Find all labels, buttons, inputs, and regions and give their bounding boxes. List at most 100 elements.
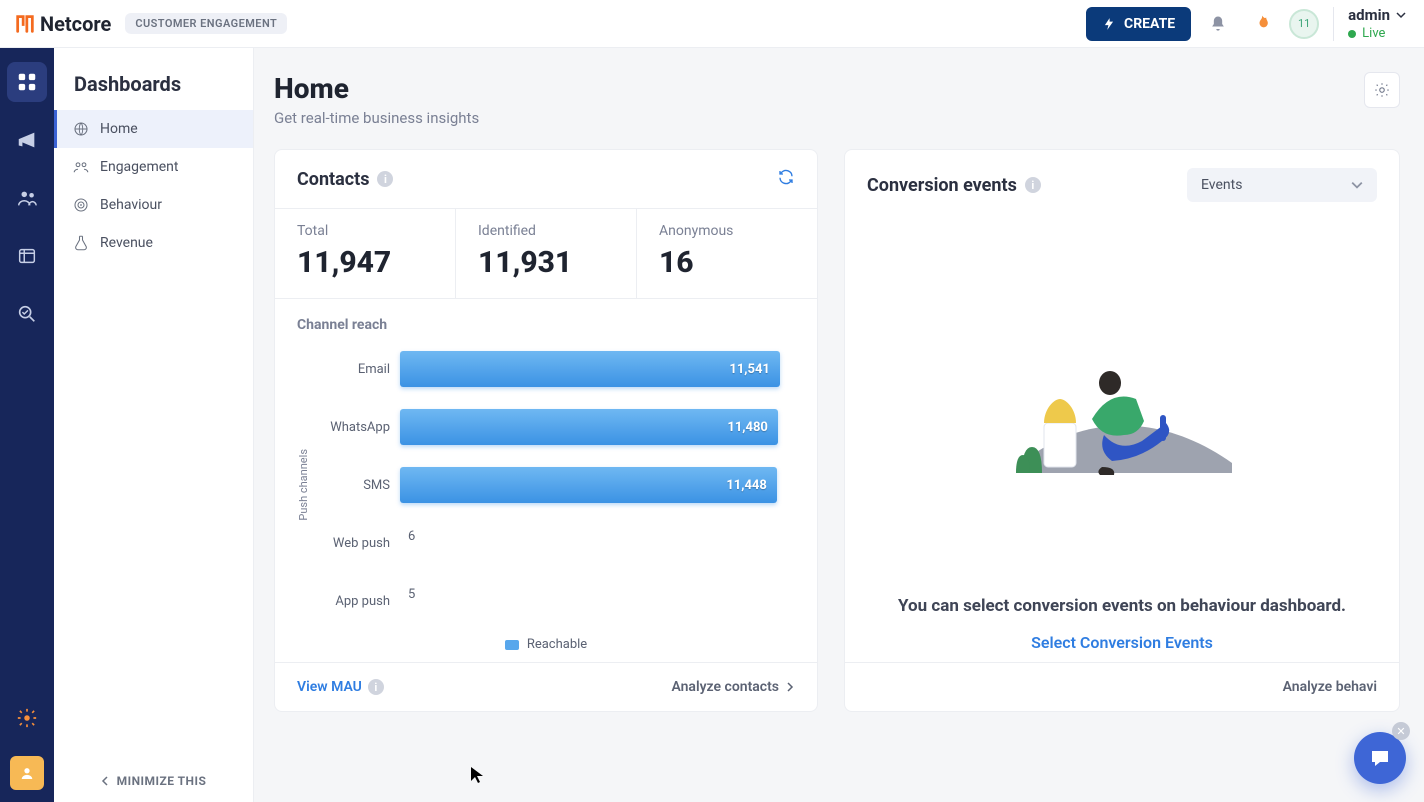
sidebar-item-engagement[interactable]: Engagement <box>54 148 253 186</box>
chat-close-button[interactable]: ✕ <box>1392 722 1410 740</box>
netcore-logo-icon <box>14 13 36 35</box>
user-menu[interactable]: admin Live <box>1348 6 1410 41</box>
people-icon <box>72 158 90 176</box>
bar-row: SMS 11,448 <box>314 467 795 503</box>
select-conversion-events-link[interactable]: Select Conversion Events <box>1031 633 1213 652</box>
rail-dashboards[interactable] <box>7 62 47 102</box>
sidebar-item-revenue[interactable]: Revenue <box>54 224 253 262</box>
user-name: admin <box>1348 6 1390 24</box>
sidebar-item-behaviour[interactable]: Behaviour <box>54 186 253 224</box>
bar-fill: 11,448 <box>400 467 777 503</box>
conversion-empty-message: You can select conversion events on beha… <box>875 595 1369 619</box>
avatar-badge[interactable]: 11 <box>1289 9 1319 39</box>
brand-name: Netcore <box>40 12 111 36</box>
caret-down-icon <box>1351 179 1363 191</box>
bar-row: Web push 6 <box>314 525 795 561</box>
stat-total: Total 11,947 <box>275 209 455 298</box>
conversion-card-title: Conversion events i <box>867 175 1041 196</box>
chart-legend: Reachable <box>297 637 795 652</box>
conversion-empty-illustration <box>845 220 1399 595</box>
minimize-sidebar[interactable]: MINIMIZE THIS <box>54 774 253 788</box>
sidebar-item-label: Engagement <box>100 159 178 175</box>
globe-icon <box>72 120 90 138</box>
sidebar: Dashboards Home Engagement Behaviour Rev… <box>54 48 254 802</box>
nav-rail <box>0 48 54 802</box>
bar-category: Email <box>314 362 400 377</box>
brand-logo: Netcore <box>14 12 111 36</box>
page-settings-button[interactable] <box>1364 72 1400 108</box>
bar-value: 11,541 <box>729 362 770 377</box>
analyze-contacts-link[interactable]: Analyze contacts <box>671 679 795 695</box>
stat-identified: Identified 11,931 <box>455 209 636 298</box>
rail-campaigns[interactable] <box>7 120 47 160</box>
stat-anonymous: Anonymous 16 <box>636 209 817 298</box>
conversion-card: Conversion events i Events <box>844 149 1400 712</box>
rail-audience[interactable] <box>7 178 47 218</box>
bar-category: WhatsApp <box>314 420 400 435</box>
sidebar-item-home[interactable]: Home <box>54 110 253 148</box>
chart-title: Channel reach <box>297 317 795 333</box>
sidebar-item-label: Revenue <box>100 235 153 251</box>
gear-icon <box>1373 81 1391 99</box>
refresh-button[interactable] <box>777 168 795 190</box>
flask-icon <box>72 234 90 252</box>
contacts-stats: Total 11,947 Identified 11,931 Anonymous… <box>275 208 817 299</box>
notifications-icon[interactable] <box>1201 7 1235 41</box>
bar-category: SMS <box>314 478 400 493</box>
bar-row: Email 11,541 <box>314 351 795 387</box>
info-icon[interactable]: i <box>368 679 384 695</box>
bar-fill: 11,541 <box>400 351 780 387</box>
analyze-behaviour-link[interactable]: Analyze behavi <box>1283 679 1377 695</box>
bar-value: 11,448 <box>726 478 767 493</box>
events-select-value: Events <box>1201 177 1242 193</box>
rail-settings[interactable] <box>7 698 47 738</box>
view-mau-link[interactable]: View MAU i <box>297 679 384 695</box>
bar-category: Web push <box>314 536 400 551</box>
flame-icon[interactable] <box>1245 7 1279 41</box>
channel-reach-chart: Channel reach Push channels Email 11,541 W… <box>275 299 817 662</box>
sidebar-item-label: Home <box>100 121 138 137</box>
bar-value: 11,480 <box>727 420 768 435</box>
bar-track: 11,448 <box>400 467 795 503</box>
status-dot-icon <box>1348 30 1356 38</box>
info-icon[interactable]: i <box>1025 177 1041 193</box>
contacts-card: Contacts i Total 11,947 Identified 11,93… <box>274 149 818 712</box>
create-button[interactable]: CREATE <box>1086 7 1191 41</box>
bar-row: App push 5 <box>314 583 795 619</box>
topbar: Netcore CUSTOMER ENGAGEMENT CREATE 11 ad… <box>0 0 1424 48</box>
page-subtitle: Get real-time business insights <box>274 109 479 127</box>
product-chip: CUSTOMER ENGAGEMENT <box>125 13 287 34</box>
main-content: Home Get real-time business insights Con… <box>254 48 1424 802</box>
caret-down-icon <box>1396 10 1406 20</box>
status-label: Live <box>1362 26 1385 41</box>
bar-category: App push <box>314 594 400 609</box>
chevron-left-icon <box>101 776 111 786</box>
page-title: Home <box>274 72 479 105</box>
bar-row: WhatsApp 11,480 <box>314 409 795 445</box>
lightning-icon <box>1102 17 1116 31</box>
sidebar-title: Dashboards <box>54 48 253 110</box>
topbar-divider <box>1333 7 1334 41</box>
rail-profile[interactable] <box>10 756 44 790</box>
chart-ylabel: Push channels <box>297 449 310 521</box>
target-icon <box>72 196 90 214</box>
contacts-card-title: Contacts i <box>297 169 393 190</box>
legend-swatch-icon <box>505 640 519 650</box>
sidebar-item-label: Behaviour <box>100 197 162 213</box>
bar-fill: 11,480 <box>400 409 778 445</box>
bar-value: 5 <box>408 587 415 602</box>
chevron-right-icon <box>785 682 795 692</box>
bar-value: 6 <box>408 529 415 544</box>
create-button-label: CREATE <box>1124 16 1175 32</box>
bar-track: 11,541 <box>400 351 795 387</box>
rail-content[interactable] <box>7 236 47 276</box>
events-select[interactable]: Events <box>1187 168 1377 202</box>
bar-track: 11,480 <box>400 409 795 445</box>
rail-analytics[interactable] <box>7 294 47 334</box>
refresh-icon <box>777 168 795 186</box>
info-icon[interactable]: i <box>377 171 393 187</box>
bar-track: 5 <box>400 583 795 619</box>
bar-track: 6 <box>400 525 795 561</box>
chat-icon <box>1368 746 1392 770</box>
legend-label: Reachable <box>527 637 587 652</box>
